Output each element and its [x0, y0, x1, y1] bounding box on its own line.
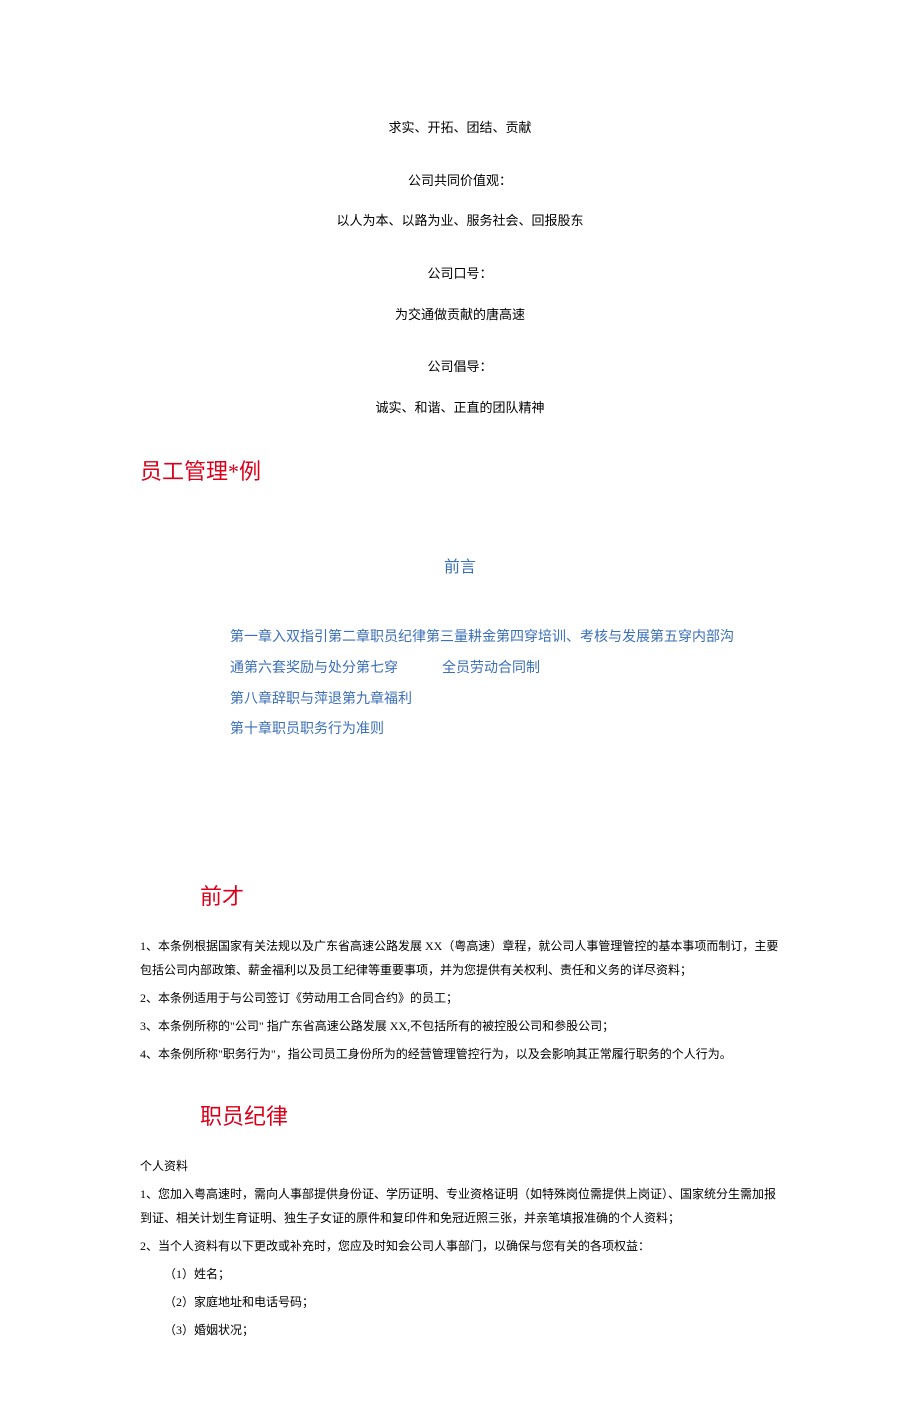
preface-body: 1、本条例根据国家有关法规以及广东省高速公路发展 XX（粤高速）章程，就公司人事… [140, 934, 780, 1066]
preface-heading: 前才 [200, 876, 780, 918]
toc-line-2: 通第六套奖励与处分第七穿 全员劳动合同制 [230, 654, 780, 685]
discipline-item-2: 2、当个人资料有以下更改或补充时，您应及时知会公司人事部门，以确保与您有关的各项… [140, 1234, 780, 1258]
main-title: 员工管理*例 [140, 451, 780, 493]
values-label: 公司共同价值观： [140, 169, 780, 194]
preface-item-3: 3、本条例所称的"公司" 指广东省高速公路发展 XX,不包括所有的被控股公司和参… [140, 1014, 780, 1038]
slogan-text: 为交通做贡献的唐高速 [140, 303, 780, 328]
personal-info-label: 个人资料 [140, 1154, 780, 1178]
toc-line-3: 第八章辞职与萍退第九章福利 [230, 685, 780, 716]
toc-line-2a: 通第六套奖励与处分第七穿 [230, 661, 398, 676]
toc-line-2b: 全员劳动合同制 [442, 661, 540, 676]
discipline-body: 个人资料 1、您加入粤高速时，需向人事部提供身份证、学历证明、专业资格证明（如特… [140, 1154, 780, 1342]
advocate-label: 公司倡导： [140, 355, 780, 380]
company-spirit: 求实、开拓、团结、贡献 [140, 116, 780, 141]
preface-item-2: 2、本条例适用于与公司签订《劳动用工合同合约》的员工； [140, 986, 780, 1010]
toc-line-4: 第十章职员职务行为准则 [230, 715, 780, 746]
discipline-sub-1: （1）姓名； [140, 1262, 780, 1286]
discipline-sub-3: （3）婚姻状况； [140, 1318, 780, 1342]
preface-toc-title: 前言 [140, 553, 780, 583]
preface-item-4: 4、本条例所称"职务行为"，指公司员工身份所为的经营管理管控行为，以及会影响其正… [140, 1042, 780, 1066]
preface-item-1: 1、本条例根据国家有关法规以及广东省高速公路发展 XX（粤高速）章程，就公司人事… [140, 934, 780, 982]
discipline-sub-2: （2）家庭地址和电话号码； [140, 1290, 780, 1314]
toc-line-1: 第一章入双指引第二章职员纪律第三量耕金第四穿培训、考核与发展第五穿内部沟 [230, 623, 780, 654]
table-of-contents: 第一章入双指引第二章职员纪律第三量耕金第四穿培训、考核与发展第五穿内部沟 通第六… [230, 623, 780, 746]
discipline-item-1: 1、您加入粤高速时，需向人事部提供身份证、学历证明、专业资格证明（如特殊岗位需提… [140, 1182, 780, 1230]
advocate-text: 诚实、和谐、正直的团队精神 [140, 396, 780, 421]
slogan-label: 公司口号： [140, 262, 780, 287]
values-text: 以人为本、以路为业、服务社会、回报股东 [140, 209, 780, 234]
discipline-heading: 职员纪律 [200, 1096, 780, 1138]
